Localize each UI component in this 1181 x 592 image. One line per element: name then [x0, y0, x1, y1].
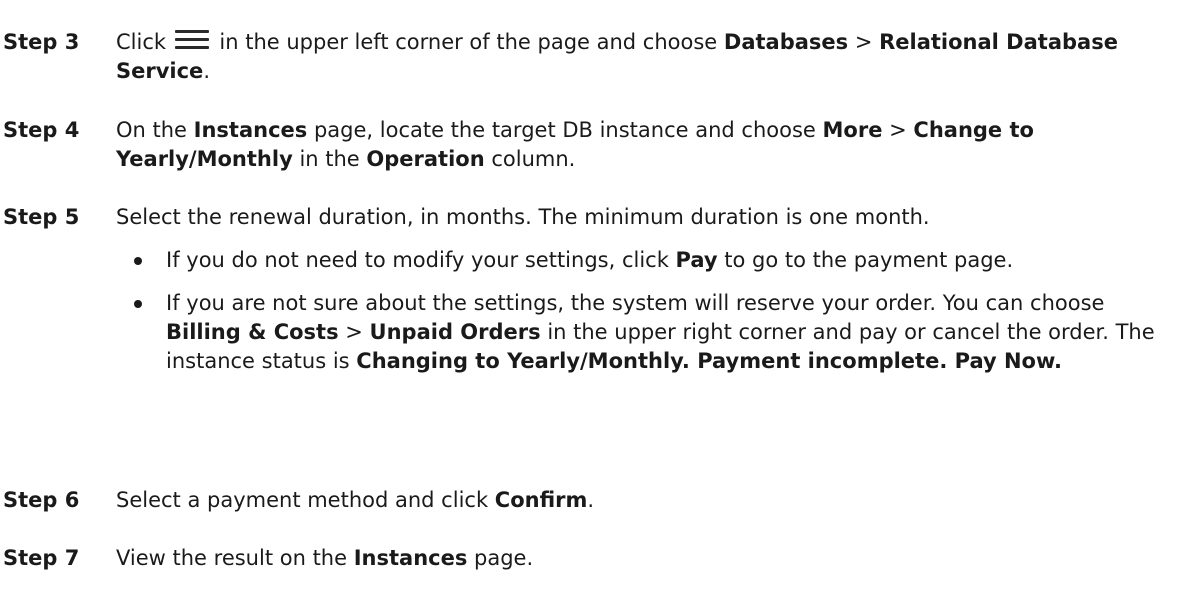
text-run: > — [882, 118, 914, 142]
text-run: in the upper left corner of the page and… — [212, 30, 724, 54]
step-label: Step 5 — [3, 205, 80, 229]
step-label: Step 6 — [3, 488, 80, 512]
step-text: View the result on the Instances page. — [116, 544, 1175, 573]
text-run: page. — [467, 546, 534, 570]
text-run: . — [587, 488, 595, 512]
text-run: column. — [484, 147, 576, 171]
step-label: Step 7 — [3, 546, 80, 570]
bold-term: Pay — [675, 248, 718, 272]
text-run: On the — [116, 118, 194, 142]
step-6: Step 6 Select a payment method and click… — [0, 486, 1175, 515]
step-3: Step 3 Click in the upper left corner of… — [0, 28, 1175, 86]
text-run: > — [338, 320, 370, 344]
text-run: If you do not need to modify your settin… — [166, 248, 676, 272]
bold-term: Instances — [193, 118, 308, 142]
bold-term: Unpaid Orders — [369, 320, 541, 344]
bullet-item: If you are not sure about the settings, … — [116, 289, 1175, 376]
bold-term: Billing & Costs — [166, 320, 339, 344]
step-text: On the Instances page, locate the target… — [116, 116, 1175, 174]
procedure-steps: Step 3 Click in the upper left corner of… — [0, 0, 1181, 592]
bullet-item: If you do not need to modify your settin… — [116, 246, 1175, 275]
step-4: Step 4 On the Instances page, locate the… — [0, 116, 1175, 174]
text-run: page, locate the target DB instance and … — [307, 118, 823, 142]
bold-term: Confirm — [494, 488, 588, 512]
bold-term: Databases — [723, 30, 849, 54]
step-text: Select the renewal duration, in months. … — [116, 203, 1175, 232]
text-run: Click — [116, 30, 173, 54]
step-5: Step 5 Select the renewal duration, in m… — [0, 203, 1175, 376]
bold-term: Instances — [353, 546, 468, 570]
bold-term: More — [822, 118, 883, 142]
bullet-list: If you do not need to modify your settin… — [116, 246, 1175, 376]
step-text: Click in the upper left corner of the pa… — [116, 28, 1175, 86]
bold-term: Operation — [366, 147, 485, 171]
text-run: Select the renewal duration, in months. … — [116, 205, 930, 229]
text-run: Select a payment method and click — [116, 488, 495, 512]
text-run: in the — [292, 147, 367, 171]
step-label: Step 4 — [3, 118, 80, 142]
step-label: Step 3 — [3, 30, 80, 54]
step-text: Select a payment method and click Confir… — [116, 486, 1175, 515]
text-run: to go to the payment page. — [717, 248, 1014, 272]
text-run: View the result on the — [116, 546, 354, 570]
text-run: If you are not sure about the settings, … — [166, 291, 1105, 315]
bold-term: Changing to Yearly/Monthly. Payment inco… — [356, 349, 1063, 373]
step-7: Step 7 View the result on the Instances … — [0, 544, 1175, 573]
text-run: . — [203, 59, 210, 83]
menu-icon — [174, 28, 209, 50]
text-run: > — [848, 30, 880, 54]
